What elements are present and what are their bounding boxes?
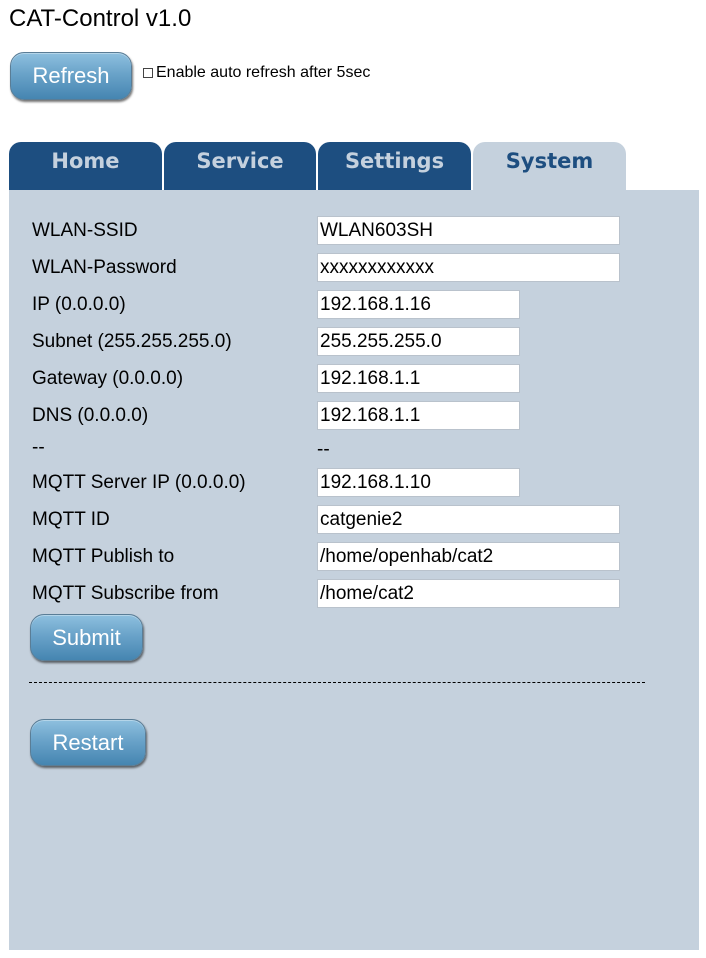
tab-settings[interactable]: Settings — [318, 142, 471, 191]
wlan-password-label: WLAN-Password — [32, 257, 177, 278]
auto-refresh-option[interactable]: Enable auto refresh after 5sec — [143, 64, 370, 82]
auto-refresh-label: Enable auto refresh after 5sec — [156, 64, 371, 81]
subnet-input[interactable] — [317, 327, 520, 356]
tab-system[interactable]: System — [473, 142, 626, 191]
section-divider — [29, 682, 645, 683]
ip-label: IP (0.0.0.0) — [32, 294, 126, 315]
mqtt-id-input[interactable] — [317, 505, 620, 534]
mqtt-subscribe-label: MQTT Subscribe from — [32, 583, 219, 604]
mqtt-server-ip-input[interactable] — [317, 468, 520, 497]
tab-service[interactable]: Service — [164, 142, 316, 191]
separator-label: -- — [32, 437, 45, 458]
tab-home[interactable]: Home — [9, 142, 162, 191]
refresh-button[interactable]: Refresh — [10, 52, 132, 100]
system-settings-panel: WLAN-SSID WLAN-Password IP (0.0.0.0) Sub… — [9, 190, 699, 950]
mqtt-publish-label: MQTT Publish to — [32, 546, 175, 567]
mqtt-subscribe-input[interactable] — [317, 579, 620, 608]
submit-button[interactable]: Submit — [30, 614, 143, 661]
page-title: CAT-Control v1.0 — [9, 5, 192, 32]
wlan-ssid-label: WLAN-SSID — [32, 220, 138, 241]
gateway-label: Gateway (0.0.0.0) — [32, 368, 184, 389]
ip-input[interactable] — [317, 290, 520, 319]
dns-input[interactable] — [317, 401, 520, 430]
subnet-label: Subnet (255.255.255.0) — [32, 331, 232, 352]
gateway-input[interactable] — [317, 364, 520, 393]
mqtt-publish-input[interactable] — [317, 542, 620, 571]
dns-label: DNS (0.0.0.0) — [32, 405, 149, 426]
restart-button[interactable]: Restart — [30, 719, 146, 766]
tab-bar: Home Service Settings System — [9, 142, 699, 191]
mqtt-id-label: MQTT ID — [32, 509, 110, 530]
auto-refresh-checkbox[interactable] — [143, 68, 153, 78]
separator-value: -- — [317, 439, 330, 460]
mqtt-server-ip-label: MQTT Server IP (0.0.0.0) — [32, 472, 246, 493]
wlan-password-input[interactable] — [317, 253, 620, 282]
wlan-ssid-input[interactable] — [317, 216, 620, 245]
